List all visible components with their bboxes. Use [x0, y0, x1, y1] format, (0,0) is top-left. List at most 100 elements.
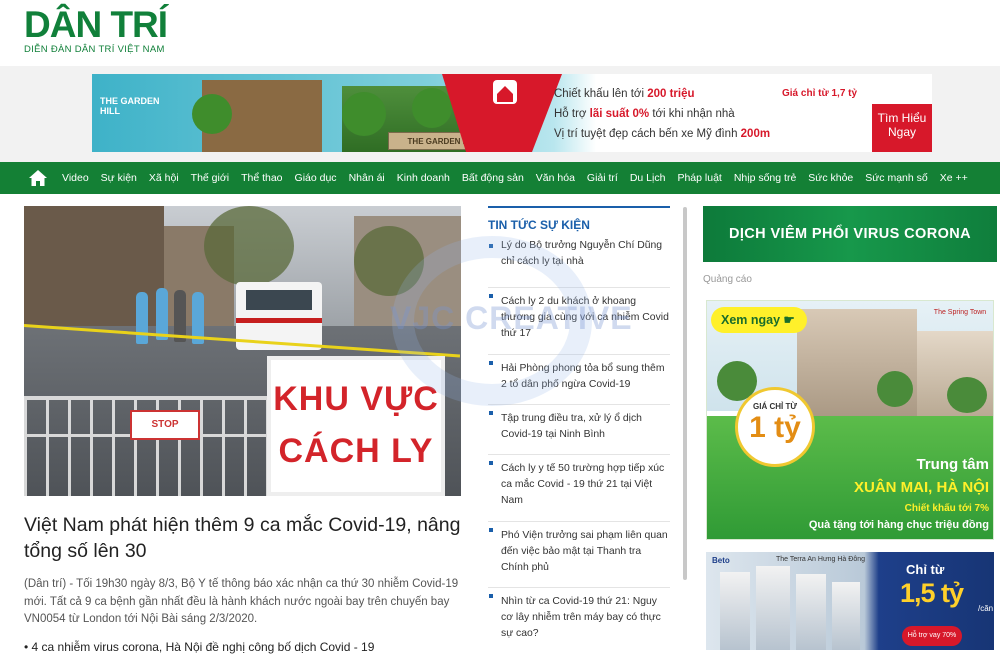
news-column: TIN TỨC SỰ KIỆN Lý do Bộ trưởng Nguyễn C… — [488, 206, 670, 650]
news-item-title: Lý do Bộ trưởng Nguyễn Chí Dũng chỉ cách… — [501, 240, 663, 267]
ad-view-now-button[interactable]: Xem ngay ☛ — [711, 307, 807, 333]
site-header: DÂN TRÍ DIỄN ĐÀN DÂN TRÍ VIỆT NAM — [0, 0, 1000, 66]
banner-project-logo: THE GARDEN HILL — [100, 96, 160, 116]
main-article-related-link[interactable]: • 4 ca nhiễm virus corona, Hà Nội đề ngh… — [24, 640, 461, 654]
image-stop-sign: STOP — [130, 410, 200, 440]
banner-line-3: Vị trí tuyệt đẹp cách bến xe Mỹ đình 200… — [554, 128, 770, 140]
ad-palm-tree — [947, 377, 987, 413]
banner-tree — [192, 94, 232, 134]
cursor-icon: ☛ — [783, 313, 795, 327]
image-ambulance-stripe — [236, 318, 322, 323]
nav-item-giai-tri[interactable]: Giải trí — [587, 172, 618, 184]
image-ambulance-window — [246, 290, 312, 310]
sidebar-ad-terra[interactable]: Beto The Terra An Hưng Hà Đông Chỉ từ 1,… — [706, 552, 994, 650]
ad-price-value: 1,5 tỷ — [900, 578, 964, 608]
home-icon[interactable] — [28, 169, 48, 187]
ad-line-3: Chiết khấu tới 7% — [904, 503, 989, 514]
news-item[interactable]: Tập trung điều tra, xử lý ổ dịch Covid-1… — [488, 405, 670, 455]
ad-line-1: Trung tâm — [916, 456, 989, 473]
ad-price-value: 1 tỷ — [749, 411, 801, 444]
nav-item-giao-duc[interactable]: Giáo dục — [295, 172, 337, 184]
ad-promo-badge: Hỗ trợ vay 70% — [902, 626, 962, 646]
logo-subtitle: DIỄN ĐÀN DÂN TRÍ VIỆT NAM — [24, 44, 165, 55]
ad-tower — [756, 566, 790, 650]
nav-item-du-lich[interactable]: Du Lịch — [630, 172, 666, 184]
news-item-title: Tập trung điều tra, xử lý ổ dịch Covid-1… — [501, 413, 642, 440]
banner-line-1-text: Chiết khấu lên tới — [554, 88, 648, 100]
nav-item-su-kien[interactable]: Sự kiện — [101, 172, 137, 184]
banner-price-tag: Giá chỉ từ 1,7 tỷ — [782, 88, 858, 99]
news-item-title: Phó Viện trưởng sai phạm liên quan đến v… — [501, 530, 668, 573]
ad-project-name: The Terra An Hưng Hà Đông — [776, 556, 865, 563]
image-tree — [354, 226, 424, 296]
news-column-scrollbar[interactable] — [683, 207, 687, 580]
ad-view-now-label: Xem ngay — [721, 313, 781, 327]
banner-tree — [412, 88, 452, 128]
nav-item-bat-dong-san[interactable]: Bất động sản — [462, 172, 524, 184]
ad-brand: Beto — [712, 556, 730, 565]
news-item-title: Cách ly y tế 50 trường hợp tiếp xúc ca m… — [501, 463, 665, 506]
banner-line-1: Chiết khấu lên tới 200 triệu — [554, 88, 695, 100]
nav-item-the-gioi[interactable]: Thế giới — [191, 172, 229, 184]
sidebar-ad-spring-town[interactable]: Xem ngay ☛ The Spring Town GIÁ CHỈ TỪ 1 … — [706, 300, 994, 540]
banner-line-2-text: Hỗ trợ — [554, 108, 590, 120]
main-article-image[interactable]: STOP KHU VỰC CÁCH LY — [24, 206, 461, 496]
main-nav: Video Sự kiện Xã hội Thế giới Thể thao G… — [0, 162, 1000, 194]
image-tree — [204, 206, 294, 286]
nav-item-xe[interactable]: Xe ++ — [940, 172, 968, 184]
logo-text: DÂN TRÍ — [24, 4, 168, 45]
ad-line-4: Quà tặng tới hàng chục triệu đồng — [808, 519, 989, 531]
image-person — [136, 292, 148, 344]
news-item-title: Hải Phòng phong tỏa bổ sung thêm 2 tổ dâ… — [501, 363, 665, 390]
banner-cta-button[interactable]: Tìm Hiểu Ngay — [872, 104, 932, 152]
news-item[interactable]: Cách ly 2 du khách ở khoang thương gia c… — [488, 288, 670, 355]
banner-line-2-suffix: tới khi nhận nhà — [649, 108, 735, 120]
nav-item-the-thao[interactable]: Thể thao — [241, 172, 282, 184]
nav-item-suc-manh-so[interactable]: Sức mạnh số — [865, 172, 927, 184]
image-quarantine-sign — [267, 356, 445, 496]
nav-item-video[interactable]: Video — [62, 172, 89, 184]
ad-price-badge: GIÁ CHỈ TỪ 1 tỷ — [735, 387, 815, 467]
ad-price-label: GIÁ CHỈ TỪ — [753, 402, 797, 411]
nav-item-nhan-ai[interactable]: Nhân ái — [349, 172, 385, 184]
banner-line-2: Hỗ trợ lãi suất 0% tới khi nhận nhà — [554, 108, 735, 120]
site-logo[interactable]: DÂN TRÍ DIỄN ĐÀN DÂN TRÍ VIỆT NAM — [24, 4, 168, 56]
news-item-title: Nhìn từ ca Covid-19 thứ 21: Nguy cơ lây … — [501, 596, 661, 639]
main-article-summary: (Dân trí) - Tối 19h30 ngày 8/3, Bộ Y tế … — [24, 578, 459, 625]
image-sign-line-2: CÁCH LY — [278, 432, 434, 470]
nav-item-van-hoa[interactable]: Văn hóa — [536, 172, 575, 184]
image-sign-line-1: KHU VỰC — [273, 380, 439, 418]
ad-price-unit: /căn — [978, 604, 994, 613]
corona-topic-banner[interactable]: DỊCH VIÊM PHỔI VIRUS CORONA — [703, 206, 997, 262]
top-ad-banner[interactable]: THE GARDEN HILL THE GARDEN HILL Chiết kh… — [92, 74, 932, 152]
news-column-heading[interactable]: TIN TỨC SỰ KIỆN — [488, 206, 670, 238]
banner-line-2-highlight: lãi suất 0% — [589, 108, 650, 120]
ad-price-label: Chỉ từ — [906, 562, 945, 577]
nav-item-phap-luat[interactable]: Pháp luật — [677, 172, 721, 184]
ad-label: Quảng cáo — [703, 274, 752, 285]
nav-item-xa-hoi[interactable]: Xã hội — [149, 172, 179, 184]
ad-line-2: XUÂN MAI, HÀ NỘI — [854, 479, 989, 496]
ad-brand: The Spring Town — [933, 309, 987, 316]
banner-line-3-text: Vị trí tuyệt đẹp cách bến xe Mỹ đình — [554, 128, 741, 140]
house-logo-icon — [493, 80, 517, 104]
news-item[interactable]: Hải Phòng phong tỏa bổ sung thêm 2 tổ dâ… — [488, 355, 670, 405]
ad-tower — [832, 582, 860, 650]
banner-line-1-highlight: 200 triệu — [647, 88, 695, 100]
ad-tower — [720, 572, 750, 650]
banner-line-3-highlight: 200m — [740, 128, 771, 140]
ad-tower — [796, 574, 826, 650]
news-item[interactable]: Nhìn từ ca Covid-19 thứ 21: Nguy cơ lây … — [488, 588, 670, 650]
news-item[interactable]: Phó Viện trưởng sai phạm liên quan đến v… — [488, 522, 670, 588]
banner-tree — [342, 92, 386, 136]
main-article-title[interactable]: Việt Nam phát hiện thêm 9 ca mắc Covid-1… — [24, 512, 461, 564]
news-item[interactable]: Lý do Bộ trưởng Nguyễn Chí Dũng chỉ cách… — [488, 238, 670, 288]
ad-palm-tree — [877, 371, 913, 407]
nav-item-kinh-doanh[interactable]: Kinh doanh — [397, 172, 450, 184]
nav-item-nhip-song-tre[interactable]: Nhịp sống trẻ — [734, 172, 796, 184]
news-list: Lý do Bộ trưởng Nguyễn Chí Dũng chỉ cách… — [488, 238, 670, 650]
nav-item-suc-khoe[interactable]: Sức khỏe — [808, 172, 853, 184]
image-person — [156, 288, 168, 340]
news-item[interactable]: Cách ly y tế 50 trường hợp tiếp xúc ca m… — [488, 455, 670, 522]
news-item-title: Cách ly 2 du khách ở khoang thương gia c… — [501, 296, 669, 339]
